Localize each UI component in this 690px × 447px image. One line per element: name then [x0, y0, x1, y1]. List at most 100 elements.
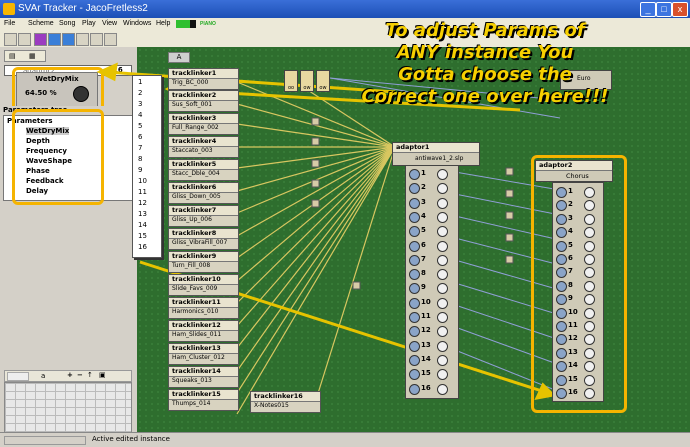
adaptor1-row[interactable]: 14 [409, 354, 457, 366]
knob-icon[interactable] [409, 169, 420, 180]
check-icon[interactable] [437, 197, 448, 209]
adaptor1-block[interactable]: adaptor1 antiwave1_2.slp [392, 142, 480, 166]
row-number: 11 [421, 312, 431, 320]
tracklinker-8[interactable]: tracklinker8 Gliss_VibraFill_007 [168, 228, 239, 250]
check-icon[interactable] [437, 169, 448, 180]
row-number: 5 [421, 226, 426, 235]
dropdown-item[interactable]: 9 [138, 166, 142, 174]
dropdown-item[interactable]: 4 [138, 111, 142, 119]
adaptor1-row[interactable]: 13 [409, 340, 457, 352]
dropdown-item[interactable]: 11 [138, 188, 147, 196]
adaptor1-row[interactable]: 4 [409, 211, 457, 223]
row-number: 9 [421, 283, 426, 292]
tracklinker-name: X-Notes015 [254, 402, 289, 409]
tracklinker-5[interactable]: tracklinker5 Stacc_Dble_004 [168, 159, 239, 181]
check-icon[interactable] [437, 340, 448, 352]
tracklinker-6[interactable]: tracklinker6 Gliss_Down_005 [168, 182, 239, 204]
tracklinker-2[interactable]: tracklinker2 Sus_Soft_001 [168, 90, 239, 112]
check-icon[interactable] [437, 312, 448, 323]
dropdown-item[interactable]: 10 [138, 177, 147, 185]
adaptor1-row[interactable]: 11 [409, 311, 457, 323]
oo-button[interactable]: oo [284, 70, 298, 92]
knob-icon[interactable] [409, 197, 420, 209]
dropdown-item[interactable]: 1 [138, 78, 142, 86]
dropdown-item[interactable]: 7 [138, 144, 142, 152]
knob-icon[interactable] [409, 240, 420, 252]
dropdown-item[interactable]: 8 [138, 155, 142, 163]
tracklinker-11[interactable]: tracklinker11 Harmonics_010 [168, 297, 239, 319]
adaptor1-row[interactable]: 6 [409, 240, 457, 252]
dropdown-item[interactable]: 12 [138, 199, 147, 207]
adaptor1-row[interactable]: 7 [409, 254, 457, 266]
tracklinker-7[interactable]: tracklinker7 Gliss_Up_006 [168, 205, 239, 227]
adaptor1-row[interactable]: 12 [409, 325, 457, 338]
knob-icon[interactable] [409, 312, 420, 323]
tracklinker-14[interactable]: tracklinker14 Squeaks_013 [168, 366, 239, 388]
check-icon[interactable] [437, 269, 448, 281]
check-icon[interactable] [437, 297, 448, 309]
check-icon[interactable] [437, 369, 448, 381]
adaptor1-row[interactable]: 15 [409, 368, 457, 381]
tracklinker-13[interactable]: tracklinker13 Ham_Cluster_012 [168, 343, 239, 365]
check-icon[interactable] [437, 254, 448, 266]
tracklinker-title: tracklinker4 [169, 137, 238, 147]
check-icon[interactable] [437, 326, 448, 338]
adaptor1-row[interactable]: 10 [409, 297, 457, 309]
tracklinker-title: tracklinker3 [169, 114, 238, 124]
tracklinker-title: tracklinker16 [251, 392, 320, 402]
tracklinker-4[interactable]: tracklinker4 Staccato_003 [168, 136, 239, 158]
tracklinker-title: tracklinker13 [169, 344, 238, 354]
knob-icon[interactable] [409, 297, 420, 309]
dropdown-item[interactable]: 2 [138, 89, 142, 97]
check-icon[interactable] [437, 283, 448, 295]
dropdown-item[interactable]: 5 [138, 122, 142, 130]
row-number: 10 [421, 297, 431, 306]
check-icon[interactable] [437, 183, 448, 195]
instance-dropdown[interactable]: 1 2 3 4 5 6 7 8 9 10 11 12 13 14 15 16 [132, 75, 162, 258]
tracklinker-name: Slide_Favs_009 [172, 285, 218, 292]
tracklinker-name: Full_Range_002 [172, 124, 219, 131]
dropdown-item[interactable]: 6 [138, 133, 142, 141]
tracklinker-name: Trig_BC_000 [172, 79, 209, 86]
dropdown-item[interactable]: 16 [138, 243, 147, 251]
knob-icon[interactable] [409, 326, 420, 338]
adaptor1-row[interactable]: 1 [409, 168, 457, 180]
tracklinker-3[interactable]: tracklinker3 Full_Range_002 [168, 113, 239, 135]
adaptor1-row[interactable]: 5 [409, 225, 457, 238]
check-icon[interactable] [437, 383, 448, 395]
tracklinker-9[interactable]: tracklinker9 Turn_Fill_008 [168, 251, 239, 273]
adaptor1-row[interactable]: 2 [409, 182, 457, 195]
row-number: 7 [421, 254, 426, 263]
tracklinker-title: tracklinker5 [169, 160, 238, 170]
adaptor1-row[interactable]: 8 [409, 268, 457, 281]
knob-icon[interactable] [409, 211, 420, 223]
knob-icon[interactable] [409, 354, 420, 366]
knob-icon[interactable] [409, 369, 420, 381]
knob-icon[interactable] [409, 183, 420, 195]
tracklinker-15[interactable]: tracklinker15 Thumps_014 [168, 389, 239, 411]
check-icon[interactable] [437, 226, 448, 238]
tracklinker-10[interactable]: tracklinker10 Slide_Favs_009 [168, 274, 239, 296]
check-icon[interactable] [437, 240, 448, 252]
dropdown-item[interactable]: 15 [138, 232, 147, 240]
tracklinker-1[interactable]: tracklinker1 Trig_BC_000 [168, 68, 239, 90]
check-icon[interactable] [437, 211, 448, 223]
adaptor1-row[interactable]: 3 [409, 197, 457, 209]
knob-icon[interactable] [409, 340, 420, 352]
check-icon[interactable] [437, 354, 448, 366]
dropdown-item[interactable]: 14 [138, 221, 147, 229]
adaptor1-row[interactable]: 9 [409, 282, 457, 295]
annotation-text: To adjust Params of ANY instance You Got… [300, 20, 670, 115]
adaptor1-file: antiwave1_2.slp [415, 155, 464, 162]
knob-icon[interactable] [409, 254, 420, 266]
knob-icon[interactable] [409, 383, 420, 395]
adaptor1-row[interactable]: 16 [409, 383, 457, 395]
row-number: 14 [421, 354, 431, 363]
tracklinker-12[interactable]: tracklinker12 Ham_Slides_011 [168, 320, 239, 342]
dropdown-item[interactable]: 13 [138, 210, 147, 218]
knob-icon[interactable] [409, 226, 420, 238]
dropdown-item[interactable]: 3 [138, 100, 142, 108]
knob-icon[interactable] [409, 283, 420, 295]
knob-icon[interactable] [409, 269, 420, 281]
tracklinker-16[interactable]: tracklinker16 X-Notes015 [250, 391, 321, 413]
